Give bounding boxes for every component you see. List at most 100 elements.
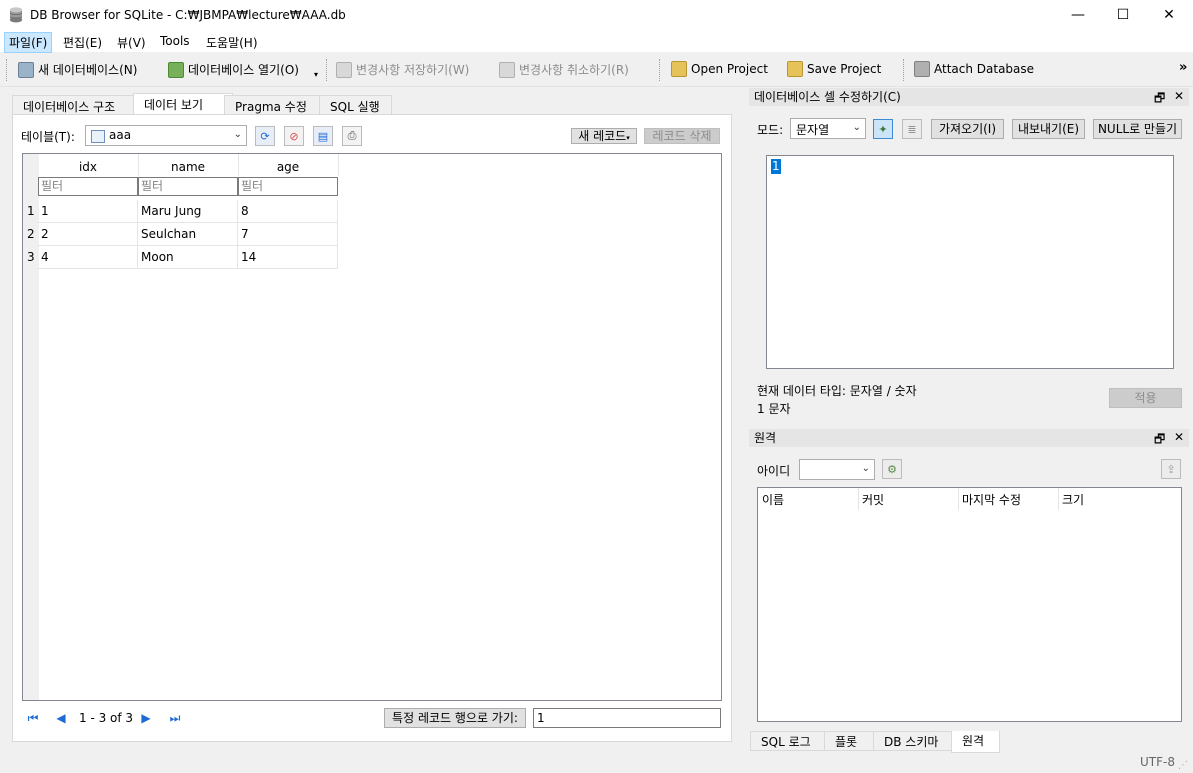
mode-label: 모드:	[757, 123, 784, 137]
new-record-button[interactable]: 새 레코드▾	[571, 128, 637, 144]
apply-button[interactable]: 적용	[1109, 388, 1182, 408]
table-cell[interactable]: 1	[38, 200, 138, 223]
close-button[interactable]: ✕	[1146, 0, 1192, 30]
remote-column-size[interactable]: 크기	[1062, 491, 1084, 508]
attach-database-button[interactable]: Attach Database	[914, 61, 1034, 77]
table-cell[interactable]: 2	[38, 223, 138, 246]
menu-tools[interactable]: Tools	[156, 33, 194, 49]
identity-settings-button[interactable]: ⚙	[882, 459, 902, 479]
table-select-value: aaa	[109, 128, 132, 142]
column-header-name[interactable]: name	[138, 154, 239, 176]
new-database-button[interactable]: 새 데이터베이스(N)	[18, 61, 137, 78]
remote-column-name[interactable]: 이름	[762, 491, 784, 508]
table-cell[interactable]: Maru Jung	[138, 200, 238, 223]
import-button[interactable]: 가져오기(I)	[931, 119, 1004, 139]
close-dock-icon[interactable]: ✕	[1174, 430, 1184, 444]
record-range: 1 - 3 of 3	[79, 711, 134, 725]
table-cell[interactable]: 14	[238, 246, 338, 269]
filter-input-name[interactable]: 필터	[138, 177, 238, 196]
save-project-button[interactable]: Save Project	[787, 61, 881, 77]
delete-record-button[interactable]: 레코드 삭제	[644, 128, 720, 144]
attach-database-label: Attach Database	[934, 62, 1035, 76]
goto-record-button[interactable]: 특정 레코드 행으로 가기:	[384, 708, 526, 728]
mode-select-value: 문자열	[796, 123, 830, 137]
remote-title: 원격	[754, 431, 777, 445]
close-dock-icon[interactable]: ✕	[1174, 89, 1184, 103]
menu-file[interactable]: 파일(F)	[4, 32, 53, 53]
text-align-icon: ≣	[907, 122, 917, 136]
export-button[interactable]: 내보내기(E)	[1012, 119, 1085, 139]
tab-execute-sql[interactable]: SQL 실행	[319, 95, 392, 114]
push-database-button[interactable]: ⇪	[1161, 459, 1181, 479]
tab-browse-data[interactable]: 데이터 보기	[133, 93, 233, 115]
open-database-button[interactable]: 데이터베이스 열기(O)	[168, 61, 299, 78]
first-record-icon[interactable]: ⏮	[23, 708, 43, 728]
chevron-down-icon: ⌄	[861, 463, 870, 474]
maximize-button[interactable]: ☐	[1100, 0, 1146, 30]
open-database-dropdown-icon[interactable]: ▾	[314, 70, 318, 79]
remote-column-commit[interactable]: 커밋	[862, 491, 884, 508]
minimize-button[interactable]: —	[1055, 0, 1101, 30]
toolbar-grip[interactable]	[6, 59, 9, 81]
word-wrap-button[interactable]: ≣	[902, 119, 922, 139]
identity-label: 아이디	[757, 464, 791, 478]
row-number[interactable]: 1	[23, 200, 39, 223]
edit-cell-dock-title: 데이터베이스 셀 수정하기(C)	[749, 88, 1189, 106]
goto-record-input[interactable]: 1	[533, 708, 721, 728]
tab-plot[interactable]: 플롯	[824, 731, 874, 751]
table-cell[interactable]: 4	[38, 246, 138, 269]
remote-dock-title: 원격	[749, 429, 1189, 447]
refresh-button[interactable]: ⟳	[255, 126, 275, 146]
remote-column-last-modified[interactable]: 마지막 수정	[962, 491, 1021, 508]
set-null-button[interactable]: NULL로 만들기	[1093, 119, 1182, 139]
open-database-label: 데이터베이스 열기(O)	[188, 63, 299, 77]
column-header-age[interactable]: age	[238, 154, 339, 176]
open-database-icon	[168, 61, 184, 78]
table-cell[interactable]: Seulchan	[138, 223, 238, 246]
revert-changes-button[interactable]: 변경사항 취소하기(R)	[499, 61, 629, 78]
revert-changes-label: 변경사항 취소하기(R)	[519, 63, 629, 77]
row-number[interactable]: 3	[23, 246, 39, 269]
float-dock-icon[interactable]: 🗗	[1154, 430, 1165, 451]
tab-remote[interactable]: 원격	[951, 731, 1000, 753]
table-cell[interactable]: 8	[238, 200, 338, 223]
mode-select[interactable]: 문자열 ⌄	[790, 118, 866, 139]
table-label: 테이블(T):	[21, 130, 75, 144]
toolbar-overflow-button[interactable]: »	[1179, 60, 1187, 75]
clear-filters-button[interactable]: ⊘	[284, 126, 304, 146]
next-record-icon[interactable]: ▶	[136, 708, 156, 728]
window-title: DB Browser for SQLite - C:₩JBMPA₩lecture…	[30, 8, 346, 22]
last-record-icon[interactable]: ⏭	[165, 708, 185, 728]
table-icon	[91, 130, 105, 143]
open-project-button[interactable]: Open Project	[671, 61, 768, 77]
save-filter-button[interactable]: ▤	[313, 126, 333, 146]
menu-view[interactable]: 뷰(V)	[113, 33, 150, 52]
identity-select[interactable]: ⌄	[799, 459, 875, 480]
row-number[interactable]: 2	[23, 223, 39, 246]
filter-input-idx[interactable]: 필터	[38, 177, 138, 196]
write-changes-label: 변경사항 저장하기(W)	[356, 63, 470, 77]
column-divider	[858, 488, 859, 510]
tab-edit-pragmas[interactable]: Pragma 수정	[224, 95, 320, 114]
resize-grip-icon[interactable]: ⋰	[1178, 760, 1188, 771]
float-dock-icon[interactable]: 🗗	[1154, 89, 1165, 110]
write-changes-button[interactable]: 변경사항 저장하기(W)	[336, 61, 469, 78]
filter-input-age[interactable]: 필터	[238, 177, 338, 196]
previous-record-icon[interactable]: ◀	[51, 708, 71, 728]
table-select[interactable]: aaa ⌄	[85, 125, 247, 146]
upload-icon: ⇪	[1166, 462, 1176, 476]
tab-sql-log[interactable]: SQL 로그	[750, 731, 825, 751]
table-cell[interactable]: 7	[238, 223, 338, 246]
edit-cell-title: 데이터베이스 셀 수정하기(C)	[754, 90, 901, 104]
tab-db-schema[interactable]: DB 스키마	[873, 731, 952, 751]
open-project-label: Open Project	[691, 62, 768, 76]
menu-edit[interactable]: 편집(E)	[59, 33, 106, 52]
column-header-idx[interactable]: idx	[38, 154, 139, 176]
menu-help[interactable]: 도움말(H)	[202, 33, 262, 52]
table-cell[interactable]: Moon	[138, 246, 238, 269]
print-button[interactable]: ⎙	[342, 126, 362, 146]
auto-switch-mode-button[interactable]: ✦	[873, 119, 893, 139]
remote-file-list[interactable]: 이름 커밋 마지막 수정 크기	[757, 487, 1182, 722]
cell-editor[interactable]: 1	[766, 155, 1174, 369]
tab-database-structure[interactable]: 데이터베이스 구조	[12, 95, 134, 114]
